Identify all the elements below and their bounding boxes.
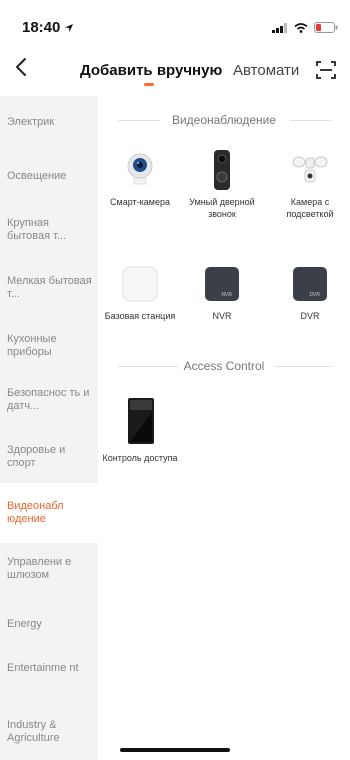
device-floodlight-camera[interactable]: Камера с подсветкой (270, 150, 350, 220)
sidebar-item-health[interactable]: Здоровье и спорт (0, 444, 98, 470)
sidebar-item-label: Здоровье и спорт (7, 444, 65, 469)
dvr-badge: DVR (309, 292, 320, 298)
device-label: Базовая станция (100, 310, 180, 322)
sidebar-item-industry[interactable]: Industry & Agriculture (0, 719, 98, 745)
floodlight-camera-icon (290, 150, 330, 190)
active-tab-indicator (144, 83, 154, 86)
sidebar-item-label: Крупная бытовая т... (7, 217, 66, 242)
sidebar-item-lighting[interactable]: Освещение (0, 170, 98, 183)
device-nvr[interactable]: NVR NVR (182, 264, 262, 322)
sidebar-item-label: Entertainme nt (7, 662, 79, 674)
scan-icon[interactable] (316, 60, 336, 85)
dvr-icon: DVR (290, 264, 330, 304)
sidebar-item-small-appliances[interactable]: Мелкая бытовая т... (0, 275, 98, 301)
status-icons (272, 20, 338, 38)
divider (290, 120, 332, 121)
sidebar-item-label: Кухонные приборы (7, 333, 57, 358)
battery-icon (314, 20, 338, 38)
sidebar-item-label: Освещение (7, 170, 66, 182)
sidebar-item-security[interactable]: Безопаснос ть и датч... (0, 387, 98, 413)
device-doorbell[interactable]: Умный дверной звонок (182, 150, 262, 220)
location-icon (64, 20, 74, 38)
base-station-icon (120, 264, 160, 304)
smart-camera-icon (120, 150, 160, 190)
category-sidebar: Электрик Освещение Крупная бытовая т... … (0, 96, 98, 760)
sidebar-item-label: Электрик (7, 116, 54, 128)
sidebar-item-label: Видеонабл юдение (7, 500, 64, 525)
sidebar-item-label: Управлени е шлюзом (7, 556, 71, 581)
sidebar-item-label: Безопаснос ть и датч... (7, 387, 89, 412)
device-label: Умный дверной звонок (182, 196, 262, 220)
sidebar-item-electrician[interactable]: Электрик (0, 116, 98, 129)
back-icon[interactable] (14, 56, 28, 85)
home-indicator[interactable] (120, 748, 230, 752)
access-control-icon (120, 396, 160, 446)
doorbell-icon (202, 150, 242, 190)
nav-bar: Добавить вручную Автомати (0, 48, 350, 96)
sidebar-item-label: Industry & Agriculture (7, 719, 60, 744)
divider (274, 366, 332, 367)
device-smart-camera[interactable]: Смарт-камера (100, 150, 180, 208)
tab-auto-scan[interactable]: Автомати (233, 62, 299, 79)
sidebar-item-gateway[interactable]: Управлени е шлюзом (0, 556, 98, 582)
sidebar-item-label: Мелкая бытовая т... (7, 275, 92, 300)
sidebar-item-energy[interactable]: Energy (0, 618, 98, 631)
sidebar-item-kitchen[interactable]: Кухонные приборы (0, 333, 98, 359)
device-label: Смарт-камера (100, 196, 180, 208)
signal-icon (272, 20, 288, 38)
device-label: NVR (182, 310, 262, 322)
device-base-station[interactable]: Базовая станция (100, 264, 180, 322)
device-label: Контроль доступа (100, 452, 180, 464)
device-access-control[interactable]: Контроль доступа (100, 396, 180, 464)
device-list: Видеонаблюдение Смарт-камера Умный дверн… (98, 96, 350, 760)
nvr-badge: NVR (221, 292, 232, 298)
nvr-icon: NVR (202, 264, 242, 304)
sidebar-item-video-surveillance[interactable]: Видеонабл юдение (0, 483, 98, 543)
status-bar: 18:40 (0, 0, 350, 44)
device-label: DVR (270, 310, 350, 322)
device-dvr[interactable]: DVR DVR (270, 264, 350, 322)
sidebar-item-large-appliances[interactable]: Крупная бытовая т... (0, 217, 98, 243)
sidebar-item-label: Energy (7, 618, 42, 630)
wifi-icon (294, 20, 308, 38)
status-time: 18:40 (22, 19, 60, 36)
sidebar-item-entertainment[interactable]: Entertainme nt (0, 662, 98, 675)
device-label: Камера с подсветкой (270, 196, 350, 220)
tab-add-manually[interactable]: Добавить вручную (80, 62, 222, 79)
